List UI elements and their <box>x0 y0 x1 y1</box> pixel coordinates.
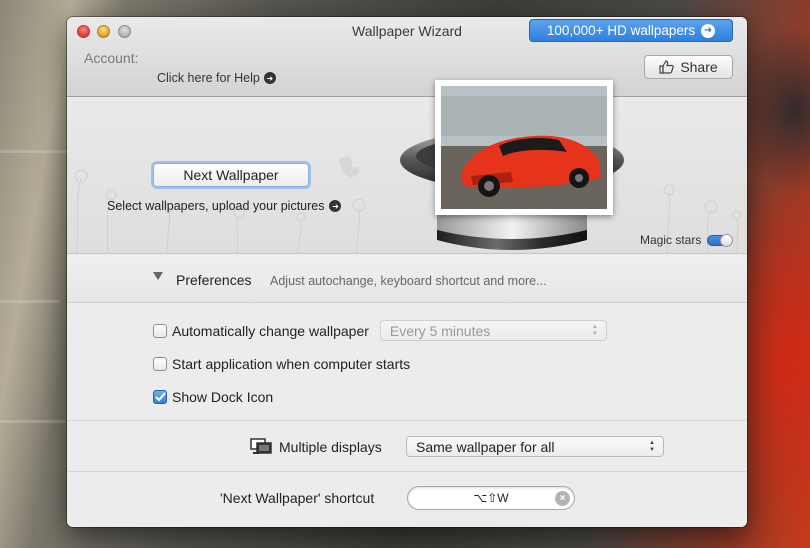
thumbs-up-icon <box>659 60 675 74</box>
sports-car-image <box>441 86 607 209</box>
magic-stars-control: Magic stars <box>640 233 734 247</box>
interval-value: Every 5 minutes <box>389 322 491 339</box>
motion-streak <box>0 300 60 303</box>
arrow-right-icon: ➜ <box>701 23 716 38</box>
promo-label: 100,000+ HD wallpapers <box>546 23 696 38</box>
displays-icon <box>250 438 272 454</box>
shortcut-recorder-field[interactable]: ⌥⇧W × <box>407 486 575 510</box>
multiple-displays-row: Multiple displays Same wallpaper for all… <box>67 422 747 472</box>
start-on-login-label: Start application when computer starts <box>172 356 411 372</box>
clear-shortcut-icon[interactable]: × <box>555 491 570 506</box>
help-link-label: Click here for Help <box>157 71 260 85</box>
show-dock-icon-label: Show Dock Icon <box>172 389 274 405</box>
displays-value: Same wallpaper for all <box>416 438 555 455</box>
shortcut-label: 'Next Wallpaper' shortcut <box>220 490 375 506</box>
motion-streak <box>0 150 70 153</box>
share-button[interactable]: Share <box>644 55 733 79</box>
auto-change-checkbox[interactable] <box>153 323 167 338</box>
current-wallpaper-preview[interactable] <box>435 80 613 215</box>
preferences-options: Automatically change wallpaper Every 5 m… <box>67 304 747 421</box>
preferences-subtitle: Adjust autochange, keyboard shortcut and… <box>270 274 547 288</box>
wallpaper-photo <box>441 86 607 209</box>
preferences-disclosure[interactable]: Preferences Adjust autochange, keyboard … <box>67 255 747 303</box>
checkmark-icon <box>154 392 166 402</box>
select-wallpapers-label: Select wallpapers, upload your pictures <box>107 199 325 213</box>
auto-change-interval-select[interactable]: Every 5 minutes ▲ ▼ <box>379 320 607 341</box>
magic-stars-label: Magic stars <box>640 233 702 247</box>
preferences-title: Preferences <box>176 272 252 288</box>
auto-change-label: Automatically change wallpaper <box>172 322 369 339</box>
hero-area: Next Wallpaper Select wallpapers, upload… <box>67 80 747 254</box>
next-wallpaper-button[interactable]: Next Wallpaper <box>153 163 309 187</box>
start-on-login-row: Start application when computer starts <box>153 356 410 372</box>
show-dock-icon-row: Show Dock Icon <box>153 389 273 405</box>
up-down-arrows-icon: ▲ ▼ <box>649 440 655 453</box>
arrow-right-icon: ➜ <box>329 200 342 212</box>
multiple-displays-select[interactable]: Same wallpaper for all ▲ ▼ <box>406 436 664 457</box>
hd-wallpapers-button[interactable]: 100,000+ HD wallpapers ➜ <box>529 19 733 42</box>
arrow-right-icon: ➜ <box>263 72 276 84</box>
app-window: Wallpaper Wizard 100,000+ HD wallpapers … <box>67 17 747 527</box>
start-on-login-checkbox[interactable] <box>153 357 167 371</box>
shortcut-value: ⌥⇧W <box>473 491 509 505</box>
disclosure-triangle-icon <box>153 272 163 280</box>
magic-stars-toggle[interactable] <box>707 233 734 247</box>
multiple-displays-label: Multiple displays <box>279 439 382 455</box>
show-dock-icon-checkbox[interactable] <box>153 390 167 404</box>
select-wallpapers-link[interactable]: Select wallpapers, upload your pictures … <box>107 199 342 213</box>
account-label: Account: <box>84 50 139 66</box>
toggle-knob <box>720 233 734 247</box>
help-link[interactable]: Click here for Help ➜ <box>157 71 276 85</box>
share-label: Share <box>680 59 718 75</box>
auto-change-row: Automatically change wallpaper Every 5 m… <box>153 320 607 341</box>
motion-streak <box>0 420 66 423</box>
up-down-arrows-icon: ▲ ▼ <box>591 324 598 337</box>
shortcut-row: 'Next Wallpaper' shortcut ⌥⇧W × <box>67 473 747 527</box>
magic-hat-illustration <box>397 80 627 255</box>
